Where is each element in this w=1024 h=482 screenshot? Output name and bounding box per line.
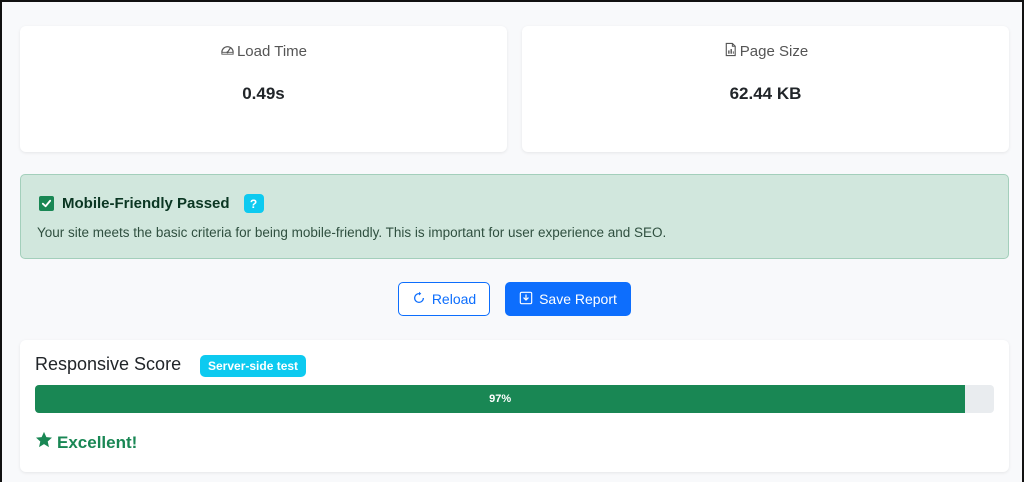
- page-frame: Load Time 0.49s Page Size 62.44 KB Mobil…: [0, 0, 1024, 482]
- file-icon: [723, 42, 738, 61]
- server-side-badge: Server-side test: [200, 355, 307, 377]
- save-report-button[interactable]: Save Report: [505, 282, 631, 316]
- page-size-label: Page Size: [739, 43, 809, 60]
- responsive-score-card: Responsive Score Server-side test 97% Ex…: [20, 340, 1009, 472]
- load-time-value: 0.49s: [242, 84, 285, 103]
- alert-message: Your site meets the basic criteria for b…: [37, 225, 667, 240]
- load-time-label-row: Load Time: [20, 42, 507, 61]
- page-size-card: Page Size 62.44 KB: [522, 26, 1009, 152]
- page-size-value: 62.44 KB: [729, 84, 802, 103]
- alert-header: Mobile-Friendly Passed ?: [39, 194, 264, 213]
- download-icon: [519, 291, 533, 308]
- reload-icon: [412, 291, 426, 308]
- score-verdict: Excellent!: [35, 431, 137, 454]
- score-title: Responsive Score: [35, 354, 182, 374]
- speedometer-icon: [220, 42, 235, 61]
- help-badge[interactable]: ?: [243, 194, 264, 213]
- score-progress-bar: 97%: [35, 385, 966, 413]
- load-time-card: Load Time 0.49s: [20, 26, 507, 152]
- verdict-label: Excellent!: [57, 432, 138, 452]
- reload-button[interactable]: Reload: [398, 282, 490, 316]
- mobile-friendly-alert: Mobile-Friendly Passed ? Your site meets…: [20, 174, 1009, 259]
- score-progress: 97%: [35, 385, 994, 413]
- alert-title: Mobile-Friendly Passed: [62, 195, 230, 212]
- load-time-label: Load Time: [236, 43, 308, 60]
- check-square-icon: [39, 196, 54, 211]
- star-icon: [35, 431, 53, 454]
- reload-label: Reload: [431, 291, 477, 307]
- save-report-label: Save Report: [539, 291, 617, 307]
- page-size-label-row: Page Size: [522, 42, 1009, 61]
